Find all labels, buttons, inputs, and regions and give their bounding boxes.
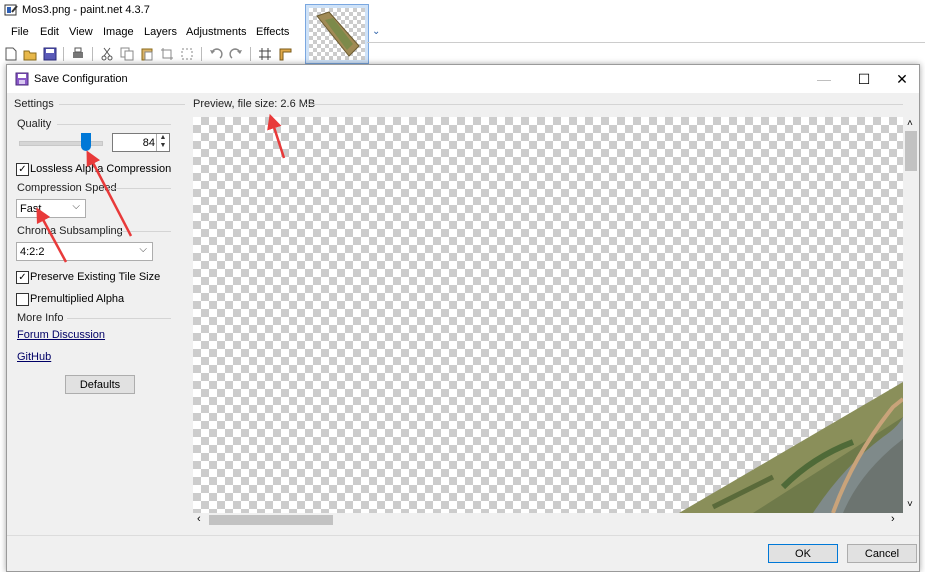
annotation-arrow-file-size [267, 113, 286, 159]
annotation-arrow-quality [86, 150, 133, 237]
annotation-arrows [36, 113, 286, 263]
annotation-arrow-compression-speed [36, 207, 68, 263]
